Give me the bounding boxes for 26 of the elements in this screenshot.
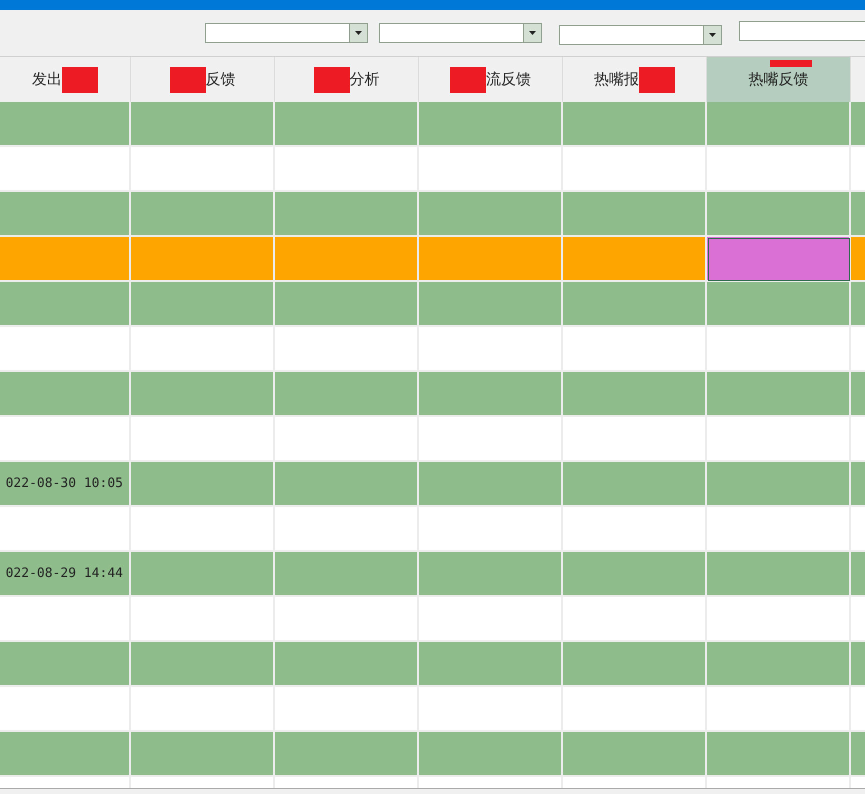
column-label: 流反馈 xyxy=(486,70,531,89)
filter-dropdown[interactable] xyxy=(559,25,722,45)
redaction-mark xyxy=(770,60,812,67)
filter-dropdown[interactable] xyxy=(379,23,542,43)
redaction-mark xyxy=(450,66,486,92)
column-label: 发出 xyxy=(32,70,62,89)
column-header[interactable]: 流反馈 xyxy=(419,57,563,102)
column-label: 反馈 xyxy=(206,70,236,89)
column-header[interactable]: 发出 xyxy=(0,57,131,102)
caret-icon xyxy=(529,31,536,35)
redaction-mark xyxy=(170,66,206,92)
column-label: 热嘴报 xyxy=(594,70,639,89)
column-header[interactable]: 热嘴报 xyxy=(563,57,707,102)
caret-icon xyxy=(355,31,362,35)
filter-dropdown[interactable] xyxy=(205,23,368,43)
horizontal-scrollbar[interactable] xyxy=(0,788,865,794)
table-cell: 022-08-29 14:44 xyxy=(0,552,131,597)
redaction-mark xyxy=(639,66,675,92)
table-cell: 022-08-30 10:05 xyxy=(0,462,131,507)
column-header[interactable]: 反馈 xyxy=(131,57,275,102)
search-field[interactable] xyxy=(739,21,865,41)
redaction-mark xyxy=(62,66,98,92)
column-label: 热嘴反馈 xyxy=(748,70,808,89)
column-header[interactable]: 热嘴反馈 xyxy=(707,57,851,102)
caret-icon xyxy=(709,33,716,37)
redaction-mark xyxy=(314,66,350,92)
